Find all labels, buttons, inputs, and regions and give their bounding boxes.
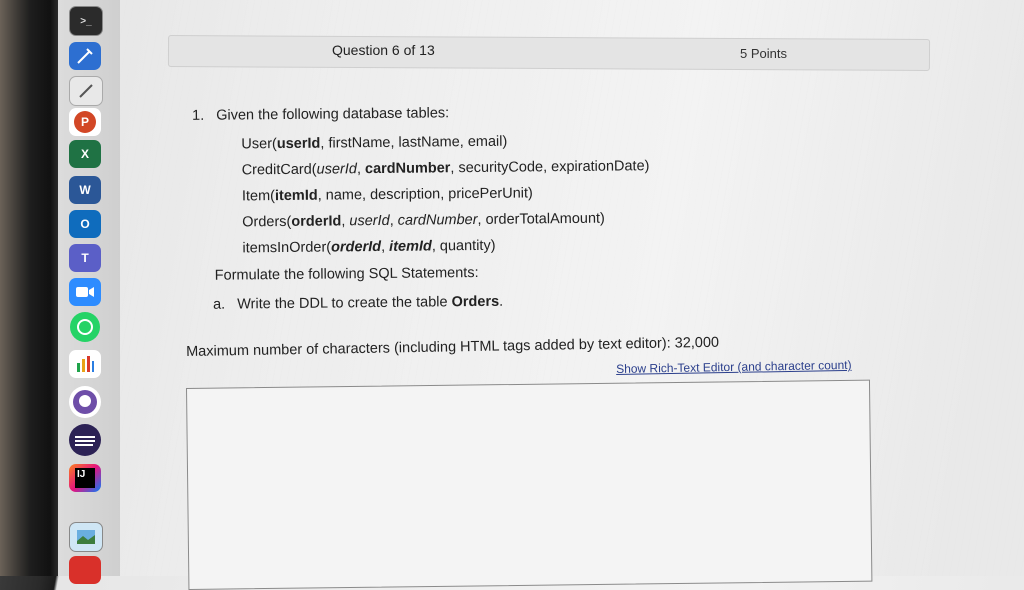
table-columns: , orderTotalAmount) (477, 210, 605, 228)
table-name: CreditCard( (241, 161, 317, 179)
primary-key: cardNumber (364, 160, 451, 178)
primary-foreign-key: orderId (331, 238, 382, 256)
word-icon[interactable]: W (69, 176, 101, 204)
preview-icon[interactable] (69, 522, 103, 552)
whatsapp-icon[interactable] (70, 312, 100, 342)
table-name: itemsInOrder( (242, 239, 332, 257)
github-icon[interactable] (69, 386, 101, 418)
part-a-text: Write the DDL to create the table (237, 294, 452, 313)
photos-icon (77, 530, 95, 544)
numbers-icon[interactable] (69, 350, 101, 378)
powerpoint-icon[interactable]: P (69, 108, 101, 136)
answer-textarea[interactable] (186, 379, 873, 590)
table-user: User(userId, firstName, lastName, email) (241, 134, 507, 153)
question-intro: 1. Given the following database tables: (192, 105, 449, 124)
table-columns: , firstName, lastName, email) (320, 133, 508, 152)
terminal-icon[interactable]: >_ (69, 6, 103, 36)
laptop-bezel (0, 0, 58, 576)
teams-icon[interactable]: T (69, 244, 101, 272)
textedit-icon[interactable] (69, 76, 103, 106)
xcode-icon[interactable] (69, 42, 101, 70)
foreign-key: userId (349, 212, 390, 230)
excel-icon[interactable]: X (69, 140, 101, 168)
foreign-key: cardNumber (397, 211, 478, 229)
camera-icon (76, 287, 94, 297)
pen-icon (79, 84, 93, 98)
intellij-label: IJ (75, 468, 95, 488)
question-number: Question 6 of 13 (332, 42, 435, 58)
bar-chart-icon (77, 356, 94, 372)
eclipse-stripes-icon (75, 436, 95, 446)
foreign-key: userId (316, 161, 357, 178)
part-a-end: . (499, 293, 504, 310)
table-name: Orders( (242, 213, 292, 231)
formulate-instruction: Formulate the following SQL Statements: (214, 264, 479, 284)
primary-key: userId (276, 135, 321, 153)
question-points: 5 Points (740, 46, 787, 61)
table-columns: , name, description, pricePerUnit) (317, 185, 533, 204)
table-item: Item(itemId, name, description, pricePer… (242, 185, 533, 204)
separator: , (380, 238, 390, 255)
part-a-table-name: Orders (451, 293, 500, 311)
separator: , (389, 212, 398, 229)
primary-key: itemId (274, 187, 318, 205)
primary-foreign-key: itemId (389, 238, 432, 255)
app-icon[interactable] (69, 556, 101, 584)
part-a-label: a. (212, 296, 226, 313)
primary-key: orderId (291, 213, 342, 230)
table-columns: , securityCode, expirationDate) (450, 158, 650, 177)
part-a: a. Write the DDL to create the table Ord… (213, 294, 503, 313)
question-header-bar (167, 35, 931, 71)
octocat-icon (73, 390, 97, 414)
table-name: User( (241, 136, 277, 153)
phone-icon (77, 319, 93, 335)
hammer-icon (77, 48, 93, 64)
outlook-icon[interactable]: O (69, 210, 101, 238)
table-name: Item( (241, 188, 276, 205)
eclipse-icon[interactable] (69, 424, 101, 456)
intellij-icon[interactable]: IJ (69, 464, 101, 492)
table-columns: , quantity) (431, 237, 496, 255)
powerpoint-label: P (74, 111, 96, 133)
table-itemsinorder: itemsInOrder(orderId, itemId, quantity) (242, 238, 495, 257)
intro-number: 1. (191, 107, 205, 124)
intro-text: Given the following database tables: (216, 105, 450, 124)
zoom-icon[interactable] (69, 278, 101, 306)
